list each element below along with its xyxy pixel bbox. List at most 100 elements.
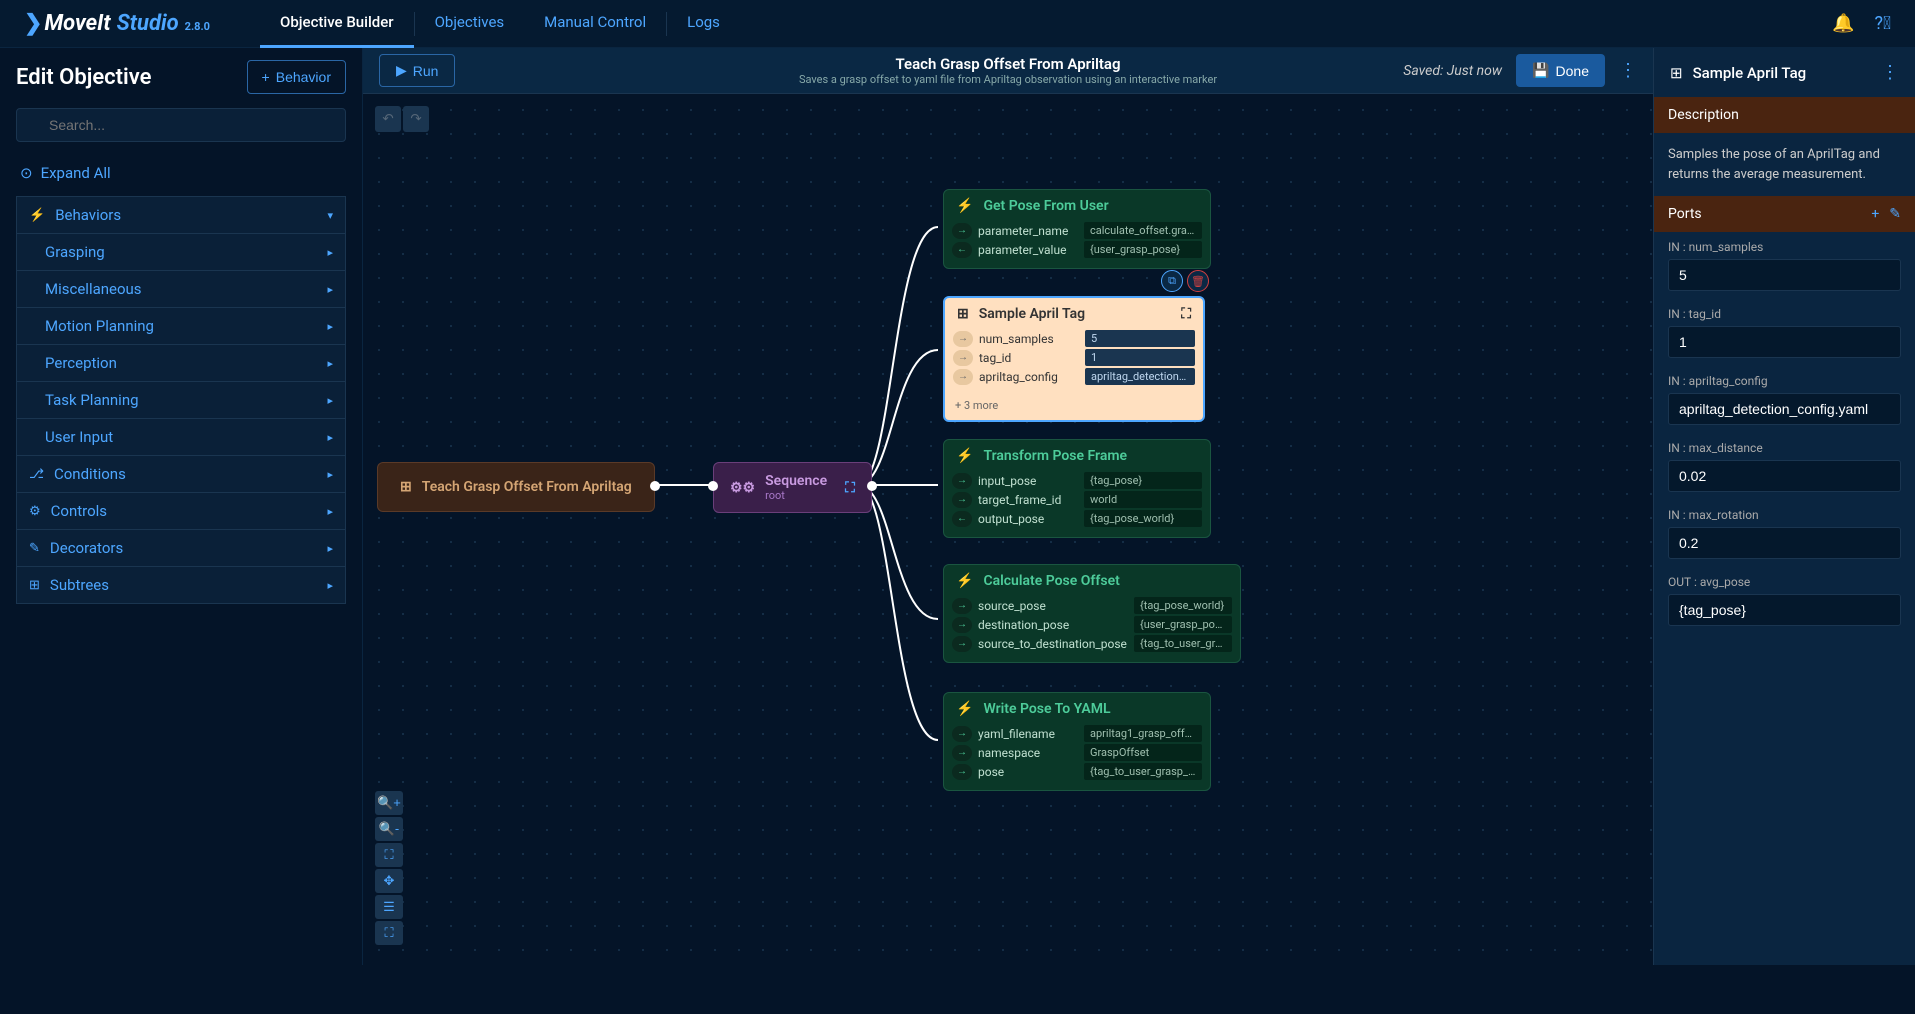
inspector-panel: ⊞ Sample April Tag ⋮ Description Samples…	[1653, 48, 1915, 965]
tree-grasping[interactable]: Grasping▸	[16, 233, 346, 271]
delete-node-button[interactable]: 🗑	[1187, 270, 1209, 292]
nav-tabs: Objective Builder Objectives Manual Cont…	[260, 0, 740, 48]
tab-objectives[interactable]: Objectives	[415, 0, 525, 48]
port-input-tag-id[interactable]	[1668, 326, 1901, 358]
logo-moveit: MoveIt	[44, 11, 110, 36]
in-port-icon: →	[952, 598, 972, 614]
gears-icon: ⚙⚙	[730, 480, 755, 496]
add-port-icon[interactable]: +	[1871, 206, 1879, 222]
done-button[interactable]: 💾 Done	[1516, 54, 1605, 87]
tree-controls[interactable]: ⚙Controls▸	[16, 492, 346, 530]
search-input[interactable]	[16, 108, 346, 142]
undo-button[interactable]: ↶	[375, 106, 401, 132]
port-input-num-samples[interactable]	[1668, 259, 1901, 291]
port-input-avg-pose[interactable]	[1668, 594, 1901, 626]
search-wrap: 🔍	[16, 108, 346, 142]
out-port-icon: ←	[952, 242, 972, 258]
tree-decorators[interactable]: ✎Decorators▸	[16, 529, 346, 567]
run-button[interactable]: ▶ Run	[379, 54, 455, 87]
port-input-apriltag-config[interactable]	[1668, 393, 1901, 425]
node-sequence[interactable]: ⚙⚙ Sequence root ⛶	[713, 462, 872, 513]
tab-manual-control[interactable]: Manual Control	[524, 0, 666, 48]
node-calculate-pose-offset[interactable]: ⚡Calculate Pose Offset →source_pose{tag_…	[943, 564, 1241, 663]
sidebar-header: Edit Objective + Behavior	[16, 60, 346, 94]
duplicate-node-button[interactable]: ⧉	[1161, 270, 1183, 292]
tree-user-input[interactable]: User Input▸	[16, 418, 346, 456]
expand-node-icon[interactable]: ⛶	[1181, 306, 1191, 322]
undo-redo-group: ↶ ↷	[375, 106, 429, 132]
save-icon: 💾	[1532, 62, 1549, 79]
gear-icon: ⚙	[29, 504, 41, 519]
bolt-icon: ⚡	[956, 573, 973, 589]
port-label: IN : num_samples	[1668, 240, 1901, 254]
node-get-pose-from-user[interactable]: ⚡Get Pose From User →parameter_namecalcu…	[943, 189, 1211, 269]
canvas-title-wrap: Teach Grasp Offset From Apriltag Saves a…	[799, 55, 1217, 86]
zoom-out-button[interactable]: 🔍-	[375, 817, 403, 841]
node-root[interactable]: ⊞ Teach Grasp Offset From Apriltag	[377, 462, 655, 512]
in-port-icon: →	[952, 745, 972, 761]
in-port-icon: →	[953, 350, 973, 366]
redo-button[interactable]: ↷	[403, 106, 429, 132]
logo-arrow-icon: ❯	[24, 11, 42, 36]
port-out[interactable]	[650, 481, 660, 491]
add-behavior-button[interactable]: + Behavior	[247, 60, 346, 94]
pencil-icon: ✎	[29, 541, 40, 556]
ports-header: Ports + ✎	[1654, 196, 1915, 232]
port-label: OUT : avg_pose	[1668, 575, 1901, 589]
logo-studio: Studio	[117, 11, 179, 36]
port-label: IN : tag_id	[1668, 307, 1901, 321]
fit-button[interactable]: ⛶	[375, 843, 403, 867]
main: Edit Objective + Behavior 🔍 ⊙ Expand All…	[0, 48, 1915, 965]
center-button[interactable]: ✥	[375, 869, 403, 893]
description-header: Description	[1654, 97, 1915, 133]
tree-conditions[interactable]: ⎇Conditions▸	[16, 455, 346, 493]
canvas-header-right: Saved: Just now 💾 Done ⋮	[1403, 54, 1637, 87]
fullscreen-button[interactable]: ⛶	[375, 921, 403, 945]
tab-objective-builder[interactable]: Objective Builder	[260, 0, 414, 48]
collapse-icon[interactable]: ⛶	[845, 480, 855, 496]
help-icon[interactable]: ?⃝	[1875, 13, 1892, 34]
in-port-icon: →	[952, 636, 972, 652]
inspector-more-icon[interactable]: ⋮	[1881, 62, 1899, 83]
node-transform-pose-frame[interactable]: ⚡Transform Pose Frame →input_pose{tag_po…	[943, 439, 1211, 538]
chevron-right-icon: ▸	[327, 579, 333, 592]
tree-motion-planning[interactable]: Motion Planning▸	[16, 307, 346, 345]
inspector-header: ⊞ Sample April Tag ⋮	[1654, 48, 1915, 97]
behavior-btn-label: Behavior	[276, 69, 331, 85]
chevron-right-icon: ▸	[327, 283, 333, 296]
bell-icon[interactable]: 🔔	[1832, 13, 1854, 34]
objective-subtitle: Saves a grasp offset to yaml file from A…	[799, 73, 1217, 86]
port-label: IN : max_rotation	[1668, 508, 1901, 522]
node-sequence-label: Sequence	[765, 473, 827, 489]
port-in[interactable]	[708, 481, 718, 491]
port-field-max-rotation: IN : max_rotation	[1654, 500, 1915, 567]
expand-all-button[interactable]: ⊙ Expand All	[16, 156, 346, 190]
canvas[interactable]: ↶ ↷ 🔍+ 🔍- ⛶ ✥ ☰ ⛶ ⊞ Teach Gr	[363, 94, 1653, 965]
zoom-in-button[interactable]: 🔍+	[375, 791, 403, 815]
port-input-max-rotation[interactable]	[1668, 527, 1901, 559]
port-out[interactable]	[867, 481, 877, 491]
tree-miscellaneous[interactable]: Miscellaneous▸	[16, 270, 346, 308]
in-port-icon: →	[953, 331, 973, 347]
plus-icon: +	[262, 69, 270, 85]
tree-task-planning[interactable]: Task Planning▸	[16, 381, 346, 419]
port-label: IN : max_distance	[1668, 441, 1901, 455]
port-field-tag-id: IN : tag_id	[1654, 299, 1915, 366]
port-label: IN : apriltag_config	[1668, 374, 1901, 388]
port-input-max-distance[interactable]	[1668, 460, 1901, 492]
node-write-pose-to-yaml[interactable]: ⚡Write Pose To YAML →yaml_filenameaprilt…	[943, 692, 1211, 791]
tab-logs[interactable]: Logs	[667, 0, 740, 48]
edit-ports-icon[interactable]: ✎	[1889, 206, 1901, 222]
chevron-down-circle-icon: ⊙	[20, 164, 33, 182]
node-more-ports[interactable]: + 3 more	[945, 395, 1203, 420]
node-root-label: Teach Grasp Offset From Apriltag	[422, 479, 632, 495]
tree-subtrees[interactable]: ⊞Subtrees▸	[16, 566, 346, 604]
in-port-icon: →	[952, 473, 972, 489]
tree-perception[interactable]: Perception▸	[16, 344, 346, 382]
tree-behaviors[interactable]: ⚡Behaviors▾	[16, 196, 346, 234]
logo: ❯ MoveIt Studio 2.8.0	[24, 11, 210, 36]
more-menu-icon[interactable]: ⋮	[1619, 60, 1637, 81]
play-icon: ▶	[396, 62, 407, 79]
list-button[interactable]: ☰	[375, 895, 403, 919]
node-sample-april-tag[interactable]: ⧉ 🗑 ⊞Sample April Tag⛶ →num_samples5 →ta…	[943, 296, 1205, 422]
